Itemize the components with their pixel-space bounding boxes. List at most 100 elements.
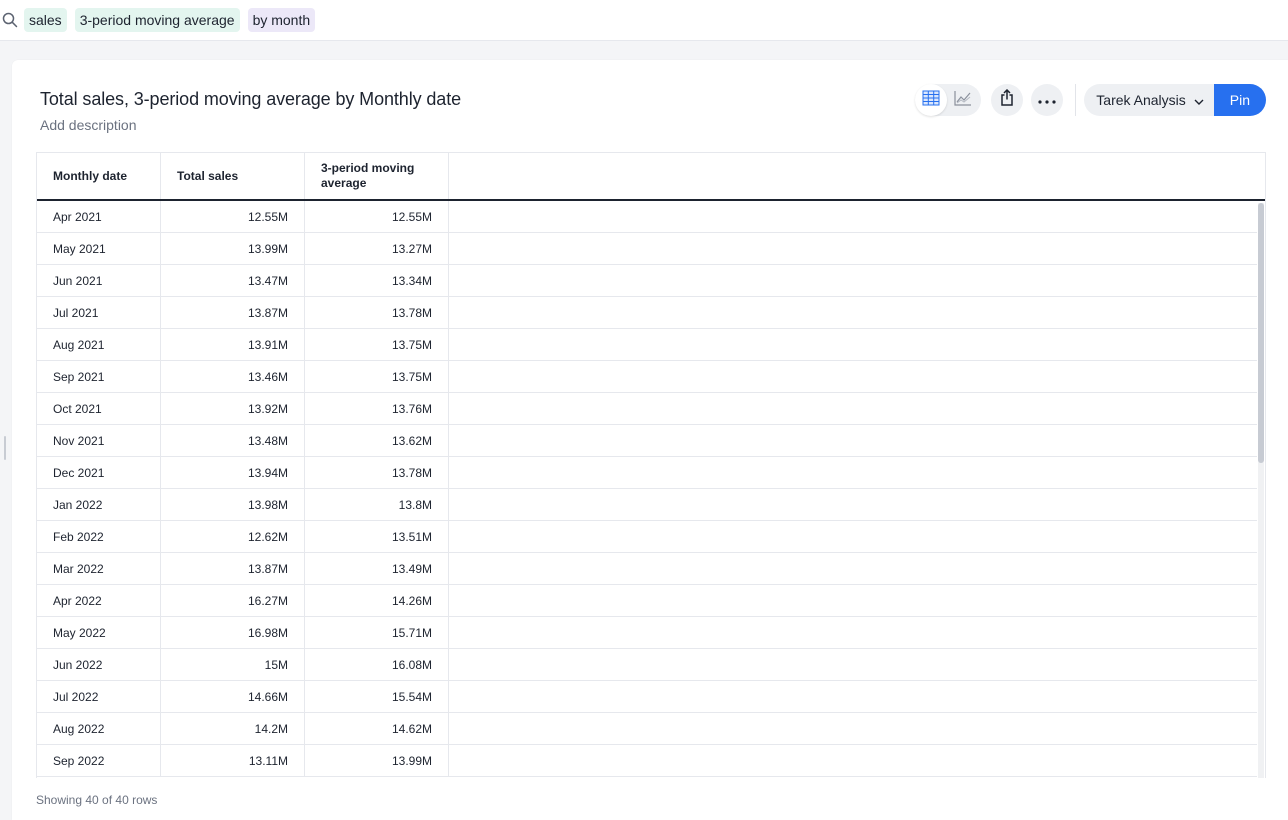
cell-total-sales: 16.27M	[161, 585, 305, 616]
cell-moving-average: 12.55M	[305, 201, 449, 232]
cell-total-sales: 13.87M	[161, 297, 305, 328]
cell-total-sales: 12.62M	[161, 521, 305, 552]
table-row[interactable]: Dec 2021 13.94M 13.78M	[37, 457, 1257, 489]
cell-total-sales: 13.94M	[161, 457, 305, 488]
table-row[interactable]: Aug 2021 13.91M 13.75M	[37, 329, 1257, 361]
cell-moving-average: 13.78M	[305, 297, 449, 328]
cell-monthly-date: Apr 2022	[37, 585, 161, 616]
search-token-sales[interactable]: sales	[24, 8, 67, 32]
share-button[interactable]	[991, 84, 1024, 116]
cell-monthly-date: Jun 2022	[37, 649, 161, 680]
search-bar[interactable]: sales 3-period moving average by month	[0, 0, 1288, 41]
cell-total-sales: 13.91M	[161, 329, 305, 360]
cell-spacer	[449, 521, 1257, 552]
cell-moving-average: 14.62M	[305, 713, 449, 744]
table-row[interactable]: Apr 2021 12.55M 12.55M	[37, 201, 1257, 233]
chevron-down-icon	[1194, 92, 1204, 108]
cell-moving-average: 13.34M	[305, 265, 449, 296]
table-view-button[interactable]	[915, 84, 948, 116]
cell-spacer	[449, 489, 1257, 520]
share-icon	[1000, 88, 1014, 111]
viz-type-toggle	[915, 84, 982, 116]
table-row[interactable]: Jul 2022 14.66M 15.54M	[37, 681, 1257, 713]
cell-spacer	[449, 265, 1257, 296]
table-body: Apr 2021 12.55M 12.55M May 2021 13.99M 13.27M…	[37, 201, 1265, 777]
cell-moving-average: 16.08M	[305, 649, 449, 680]
column-header-moving-average[interactable]: 3-period moving average	[305, 153, 449, 199]
answer-toolbar: Tarek Analysis Pin	[915, 84, 1266, 116]
cell-moving-average: 15.71M	[305, 617, 449, 648]
table-scrollbar[interactable]	[1258, 203, 1264, 778]
table-row[interactable]: May 2022 16.98M 15.71M	[37, 617, 1257, 649]
more-icon	[1038, 91, 1056, 109]
liveboard-select[interactable]: Tarek Analysis	[1084, 84, 1214, 116]
cell-total-sales: 13.87M	[161, 553, 305, 584]
cell-moving-average: 13.78M	[305, 457, 449, 488]
table-row[interactable]: Sep 2022 13.11M 13.99M	[37, 745, 1257, 777]
table-row[interactable]: Sep 2021 13.46M 13.75M	[37, 361, 1257, 393]
cell-total-sales: 13.47M	[161, 265, 305, 296]
panel-resize-handle[interactable]	[4, 436, 6, 460]
cell-moving-average: 13.75M	[305, 361, 449, 392]
table-row[interactable]: Jul 2021 13.87M 13.78M	[37, 297, 1257, 329]
answer-title[interactable]: Total sales, 3-period moving average by …	[40, 89, 461, 110]
table-row[interactable]: Apr 2022 16.27M 14.26M	[37, 585, 1257, 617]
table-row[interactable]: Feb 2022 12.62M 13.51M	[37, 521, 1257, 553]
chart-view-button[interactable]	[947, 84, 979, 116]
table-row[interactable]: Jun 2021 13.47M 13.34M	[37, 265, 1257, 297]
cell-spacer	[449, 297, 1257, 328]
liveboard-name: Tarek Analysis	[1096, 92, 1186, 108]
cell-monthly-date: Sep 2022	[37, 745, 161, 776]
toolbar-divider	[1075, 84, 1077, 116]
cell-moving-average: 13.51M	[305, 521, 449, 552]
cell-moving-average: 13.8M	[305, 489, 449, 520]
scrollbar-thumb[interactable]	[1258, 203, 1264, 463]
table-row[interactable]: May 2021 13.99M 13.27M	[37, 233, 1257, 265]
cell-total-sales: 12.55M	[161, 201, 305, 232]
data-table: Monthly date Total sales 3-period moving…	[36, 152, 1266, 778]
column-header-total-sales[interactable]: Total sales	[161, 153, 305, 199]
cell-monthly-date: Oct 2021	[37, 393, 161, 424]
column-header-monthly-date[interactable]: Monthly date	[37, 153, 161, 199]
table-header: Monthly date Total sales 3-period moving…	[37, 153, 1265, 201]
table-row[interactable]: Oct 2021 13.92M 13.76M	[37, 393, 1257, 425]
cell-total-sales: 13.48M	[161, 425, 305, 456]
cell-monthly-date: Aug 2021	[37, 329, 161, 360]
add-description[interactable]: Add description	[40, 117, 137, 133]
cell-total-sales: 13.98M	[161, 489, 305, 520]
cell-moving-average: 13.75M	[305, 329, 449, 360]
cell-total-sales: 13.46M	[161, 361, 305, 392]
cell-moving-average: 13.99M	[305, 745, 449, 776]
table-row[interactable]: Nov 2021 13.48M 13.62M	[37, 425, 1257, 457]
cell-monthly-date: Jun 2021	[37, 265, 161, 296]
cell-monthly-date: Nov 2021	[37, 425, 161, 456]
cell-spacer	[449, 553, 1257, 584]
cell-total-sales: 13.92M	[161, 393, 305, 424]
cell-monthly-date: Jul 2021	[37, 297, 161, 328]
search-token-moving-average[interactable]: 3-period moving average	[74, 8, 240, 32]
column-header-spacer	[449, 153, 1265, 199]
cell-total-sales: 13.11M	[161, 745, 305, 776]
cell-monthly-date: May 2022	[37, 617, 161, 648]
search-token-by-month[interactable]: by month	[247, 8, 316, 32]
cell-moving-average: 13.76M	[305, 393, 449, 424]
table-row[interactable]: Mar 2022 13.87M 13.49M	[37, 553, 1257, 585]
cell-monthly-date: Apr 2021	[37, 201, 161, 232]
cell-moving-average: 13.27M	[305, 233, 449, 264]
table-row[interactable]: Jan 2022 13.98M 13.8M	[37, 489, 1257, 521]
table-row[interactable]: Jun 2022 15M 16.08M	[37, 649, 1257, 681]
cell-spacer	[449, 201, 1257, 232]
more-options-button[interactable]	[1031, 84, 1064, 116]
table-row[interactable]: Aug 2022 14.2M 14.62M	[37, 713, 1257, 745]
answer-card: Total sales, 3-period moving average by …	[12, 60, 1288, 820]
pin-button[interactable]: Pin	[1213, 84, 1266, 116]
cell-spacer	[449, 425, 1257, 456]
cell-monthly-date: May 2021	[37, 233, 161, 264]
search-icon	[2, 12, 18, 28]
cell-monthly-date: Mar 2022	[37, 553, 161, 584]
cell-monthly-date: Aug 2022	[37, 713, 161, 744]
cell-spacer	[449, 233, 1257, 264]
cell-spacer	[449, 681, 1257, 712]
cell-spacer	[449, 617, 1257, 648]
cell-spacer	[449, 713, 1257, 744]
